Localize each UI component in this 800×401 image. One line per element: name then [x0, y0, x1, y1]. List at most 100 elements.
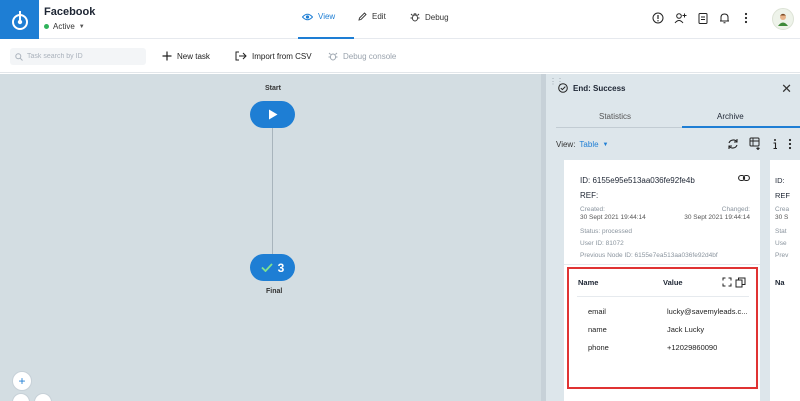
card-ref: REF:: [580, 191, 599, 200]
info-icon[interactable]: [772, 138, 778, 150]
debug-console-label: Debug console: [343, 51, 397, 61]
row-name: phone: [588, 343, 609, 352]
import-icon: [235, 51, 247, 61]
bell-icon[interactable]: [717, 11, 731, 25]
status-dropdown[interactable]: Active ▼: [44, 22, 85, 31]
check-circle-icon: [558, 83, 568, 93]
more-vertical-icon[interactable]: [739, 11, 753, 25]
card-status: Status: processed: [580, 228, 633, 235]
archive-card-next: ID: REF Crea 30 S Stat Use Prev Na: [770, 160, 800, 401]
tab-debug-label: Debug: [425, 12, 449, 22]
task-search[interactable]: [10, 48, 146, 65]
search-input[interactable]: [27, 53, 137, 60]
changed-label: Changed:: [721, 206, 750, 213]
row-value: Jack Lucky: [667, 325, 705, 334]
card2-user: Use: [775, 240, 787, 247]
tab-debug[interactable]: Debug: [410, 12, 449, 22]
card2-name-header: Na: [775, 278, 785, 287]
start-node[interactable]: [250, 101, 295, 128]
expand-icon[interactable]: [722, 277, 732, 287]
search-icon: [15, 52, 23, 61]
clipboard-icon[interactable]: [696, 11, 710, 25]
bug-icon: [410, 13, 420, 22]
tab-view-label: View: [318, 12, 336, 21]
status-label: Active: [53, 22, 75, 31]
name-column-header: Name: [578, 278, 599, 287]
plus-icon: [162, 51, 172, 61]
close-icon[interactable]: ✕: [781, 81, 792, 97]
card2-status: Stat: [775, 228, 787, 235]
info-icon[interactable]: [651, 11, 665, 25]
card2-prev: Prev: [775, 252, 789, 259]
eye-icon: [302, 13, 313, 20]
node-connector: [272, 128, 273, 266]
final-node[interactable]: 3: [250, 254, 295, 281]
card-user-id: User ID: 81072: [580, 240, 624, 247]
chevron-down-icon: ▼: [602, 141, 609, 148]
changed-value: 30 Sept 2021 19:44:14: [684, 214, 750, 221]
add-user-icon[interactable]: [673, 11, 687, 25]
panel-header: End: Success: [546, 74, 800, 102]
workflow-canvas[interactable]: Start 3 Final +: [0, 74, 541, 401]
final-node-label: Final: [266, 288, 283, 295]
tab-view[interactable]: View: [302, 12, 335, 21]
panel-title: End: Success: [573, 83, 626, 93]
check-icon: [261, 263, 273, 272]
card-id: ID: 6155e95e513aa036fe92fe4b: [580, 176, 695, 185]
tab-archive[interactable]: Archive: [717, 112, 744, 121]
created-label: Created:: [580, 206, 605, 213]
debug-console-button[interactable]: Debug console: [328, 51, 396, 61]
fields-table: Name Value email lucky@savemyleads.c... …: [567, 267, 758, 389]
value-column-header: Value: [663, 278, 683, 287]
details-panel: ⋮⋮ End: Success ✕ Statistics Archive Vie…: [546, 74, 800, 401]
copy-icon[interactable]: [735, 277, 746, 288]
refresh-icon[interactable]: [727, 138, 739, 150]
pencil-icon: [358, 12, 367, 21]
bug-icon: [328, 52, 338, 61]
status-dot-icon: [44, 24, 49, 29]
play-icon: [268, 109, 277, 120]
view-actions: [727, 137, 792, 150]
logo-icon: [11, 10, 28, 30]
archive-tab-indicator: [682, 126, 800, 128]
chevron-down-icon: ▼: [78, 23, 85, 30]
export-table-icon[interactable]: [749, 137, 762, 150]
created-value: 30 Sept 2021 19:44:14: [580, 214, 646, 221]
tab-edit-label: Edit: [372, 12, 386, 21]
card-divider: [564, 264, 760, 265]
final-node-count: 3: [277, 260, 285, 275]
zoom-out-button[interactable]: [12, 393, 30, 401]
user-avatar-icon: [778, 13, 788, 26]
toolbar: New task Import from CSV Debug console: [0, 39, 800, 73]
card2-id: ID:: [775, 176, 785, 185]
card2-ref: REF: [775, 191, 790, 200]
archive-card: ID: 6155e95e513aa036fe92fe4b REF: Create…: [564, 160, 760, 401]
app-title: Facebook: [44, 6, 96, 18]
zoom-in-button[interactable]: +: [12, 371, 32, 391]
card-prev-node-id: Previous Node ID: 6155e7ea513aa036fe92d4…: [580, 252, 718, 259]
import-csv-button[interactable]: Import from CSV: [235, 51, 312, 61]
avatar[interactable]: [772, 8, 794, 30]
app-header: Facebook Active ▼ View Edit Debug: [0, 0, 800, 39]
new-task-label: New task: [177, 51, 210, 61]
more-vertical-icon[interactable]: [788, 138, 792, 150]
view-value[interactable]: Table: [579, 140, 598, 149]
table-header-divider: [577, 296, 749, 297]
new-task-button[interactable]: New task: [162, 51, 210, 61]
row-name: email: [588, 307, 606, 316]
start-node-label: Start: [265, 85, 281, 92]
row-value: +12029860090: [667, 343, 718, 352]
view-selector[interactable]: View: Table ▼: [556, 140, 609, 149]
tab-statistics[interactable]: Statistics: [599, 112, 631, 121]
app-logo[interactable]: [0, 0, 39, 39]
row-name: name: [588, 325, 607, 334]
card2-created: Crea: [775, 206, 790, 213]
view-label: View:: [556, 140, 576, 149]
import-csv-label: Import from CSV: [252, 51, 312, 61]
tab-edit[interactable]: Edit: [358, 12, 386, 21]
link-icon[interactable]: [738, 174, 750, 184]
fit-view-button[interactable]: [34, 393, 52, 401]
panel-tabs: Statistics Archive: [556, 108, 800, 128]
row-value: lucky@savemyleads.c...: [667, 307, 748, 316]
card2-created-value: 30 S: [775, 214, 789, 221]
